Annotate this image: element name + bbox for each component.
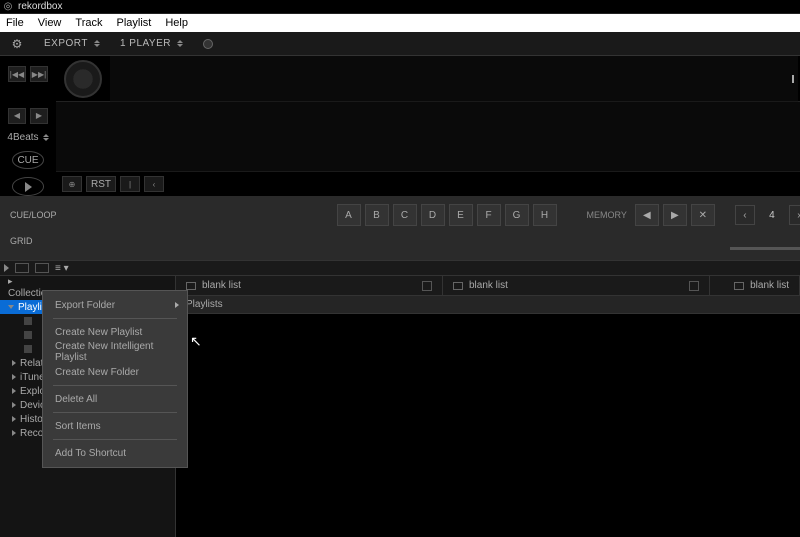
ctx-create-playlist[interactable]: Create New Playlist [43, 322, 187, 342]
submenu-arrow-icon [175, 302, 179, 308]
ctx-create-folder[interactable]: Create New Folder [43, 362, 187, 382]
updown-icon [94, 40, 100, 47]
hotcue-b[interactable]: B [365, 204, 389, 226]
divider: | [120, 176, 140, 192]
tab-label: blank list [202, 280, 241, 291]
forward-button[interactable]: ▶ [30, 108, 48, 124]
ctx-delete-all[interactable]: Delete All [43, 389, 187, 409]
tab-blank-1[interactable]: blank list [176, 276, 443, 295]
cue-button[interactable]: CUE [12, 151, 44, 170]
prev-track-button[interactable]: |◀◀ [8, 66, 26, 82]
app-icon: ◎ [2, 1, 14, 13]
record-indicator[interactable] [203, 39, 213, 49]
app-title: rekordbox [18, 1, 62, 12]
deck-area: |◀◀ ▶▶| ◀ ▶ 4Beats CUE ⊕ RST | ‹ [0, 56, 800, 196]
next-track-button[interactable]: ▶▶| [30, 66, 48, 82]
hotcue-d[interactable]: D [421, 204, 445, 226]
expand-icon[interactable] [4, 264, 9, 272]
rewind-button[interactable]: ◀ [8, 108, 26, 124]
close-icon[interactable] [689, 281, 699, 291]
page-prev[interactable]: ‹ [735, 205, 755, 225]
export-label: EXPORT [44, 38, 88, 49]
tab-blank-2[interactable]: blank list [443, 276, 710, 295]
collapse-button[interactable]: ‹ [144, 176, 164, 192]
toolbar: ⚙ EXPORT 1 PLAYER [0, 32, 800, 56]
cueloop-label: CUE/LOOP [0, 210, 57, 220]
list-icon [734, 282, 744, 290]
ctx-create-intelligent[interactable]: Create New Intelligent Playlist [43, 342, 187, 362]
page-next[interactable]: › [789, 205, 800, 225]
deck-controls: |◀◀ ▶▶| ◀ ▶ 4Beats CUE [0, 56, 56, 196]
beats-selector[interactable]: 4Beats [7, 132, 48, 143]
hotcue-e[interactable]: E [449, 204, 473, 226]
hotcue-c[interactable]: C [393, 204, 417, 226]
tree-panel: ▸ Collection Playlists ⌃ Related Tracks … [0, 276, 176, 537]
tab-label: blank list [750, 280, 789, 291]
grid-label: GRID [0, 236, 80, 246]
view-list-icon[interactable]: ≡ ▾ [55, 263, 69, 274]
memory-delete[interactable]: ✕ [691, 204, 715, 226]
main-waveform[interactable] [56, 102, 800, 172]
zoom-button[interactable]: ⊕ [62, 176, 82, 192]
titlebar: ◎ rekordbox [0, 0, 800, 14]
ctx-sort-items[interactable]: Sort Items [43, 416, 187, 436]
tab-label: blank list [469, 280, 508, 291]
play-button[interactable] [12, 177, 44, 196]
settings-icon[interactable]: ⚙ [10, 37, 24, 51]
beats-label: 4Beats [7, 132, 38, 143]
menu-playlist[interactable]: Playlist [116, 17, 151, 29]
view-grid-icon[interactable] [35, 263, 49, 273]
player-label: 1 PLAYER [120, 38, 171, 49]
rst-button[interactable]: RST [86, 176, 116, 192]
hotcue-f[interactable]: F [477, 204, 501, 226]
list-icon [186, 282, 196, 290]
memory-next[interactable]: ▶ [663, 204, 687, 226]
waveform[interactable] [110, 56, 798, 102]
menubar: File View Track Playlist Help [0, 14, 800, 32]
context-menu: Export Folder Create New Playlist Create… [42, 290, 188, 468]
list-icon [453, 282, 463, 290]
ctx-export-folder[interactable]: Export Folder [43, 295, 187, 315]
close-icon[interactable] [422, 281, 432, 291]
memory-prev[interactable]: ◀ [635, 204, 659, 226]
cue-loop-panel: CUE/LOOP A B C D E F G H MEMORY ◀ ▶ ✕ ‹ … [0, 196, 800, 260]
menu-help[interactable]: Help [165, 17, 188, 29]
page-number: 4 [757, 206, 787, 224]
menu-view[interactable]: View [38, 17, 62, 29]
tab-blank-3[interactable]: blank list [710, 276, 800, 295]
menu-file[interactable]: File [6, 17, 24, 29]
tempo-slider[interactable] [730, 247, 800, 250]
chevron-down-icon [8, 305, 14, 309]
export-selector[interactable]: EXPORT [44, 38, 100, 49]
content-panel: blank list blank list blank list Playlis… [176, 276, 800, 537]
tabs: blank list blank list blank list [176, 276, 800, 296]
browser: ▸ Collection Playlists ⌃ Related Tracks … [0, 276, 800, 537]
menu-track[interactable]: Track [75, 17, 102, 29]
ctx-add-shortcut[interactable]: Add To Shortcut [43, 443, 187, 463]
updown-icon [177, 40, 183, 47]
waveform-mark [792, 75, 794, 83]
memory-label: MEMORY [587, 210, 627, 220]
hotcue-h[interactable]: H [533, 204, 557, 226]
view-box-icon[interactable] [15, 263, 29, 273]
hotcue-a[interactable]: A [337, 204, 361, 226]
content-subhead: Playlists [176, 296, 800, 314]
browser-header: ≡ ▾ [0, 260, 800, 276]
hotcue-g[interactable]: G [505, 204, 529, 226]
jog-wheel[interactable] [64, 60, 102, 98]
player-selector[interactable]: 1 PLAYER [120, 38, 183, 49]
